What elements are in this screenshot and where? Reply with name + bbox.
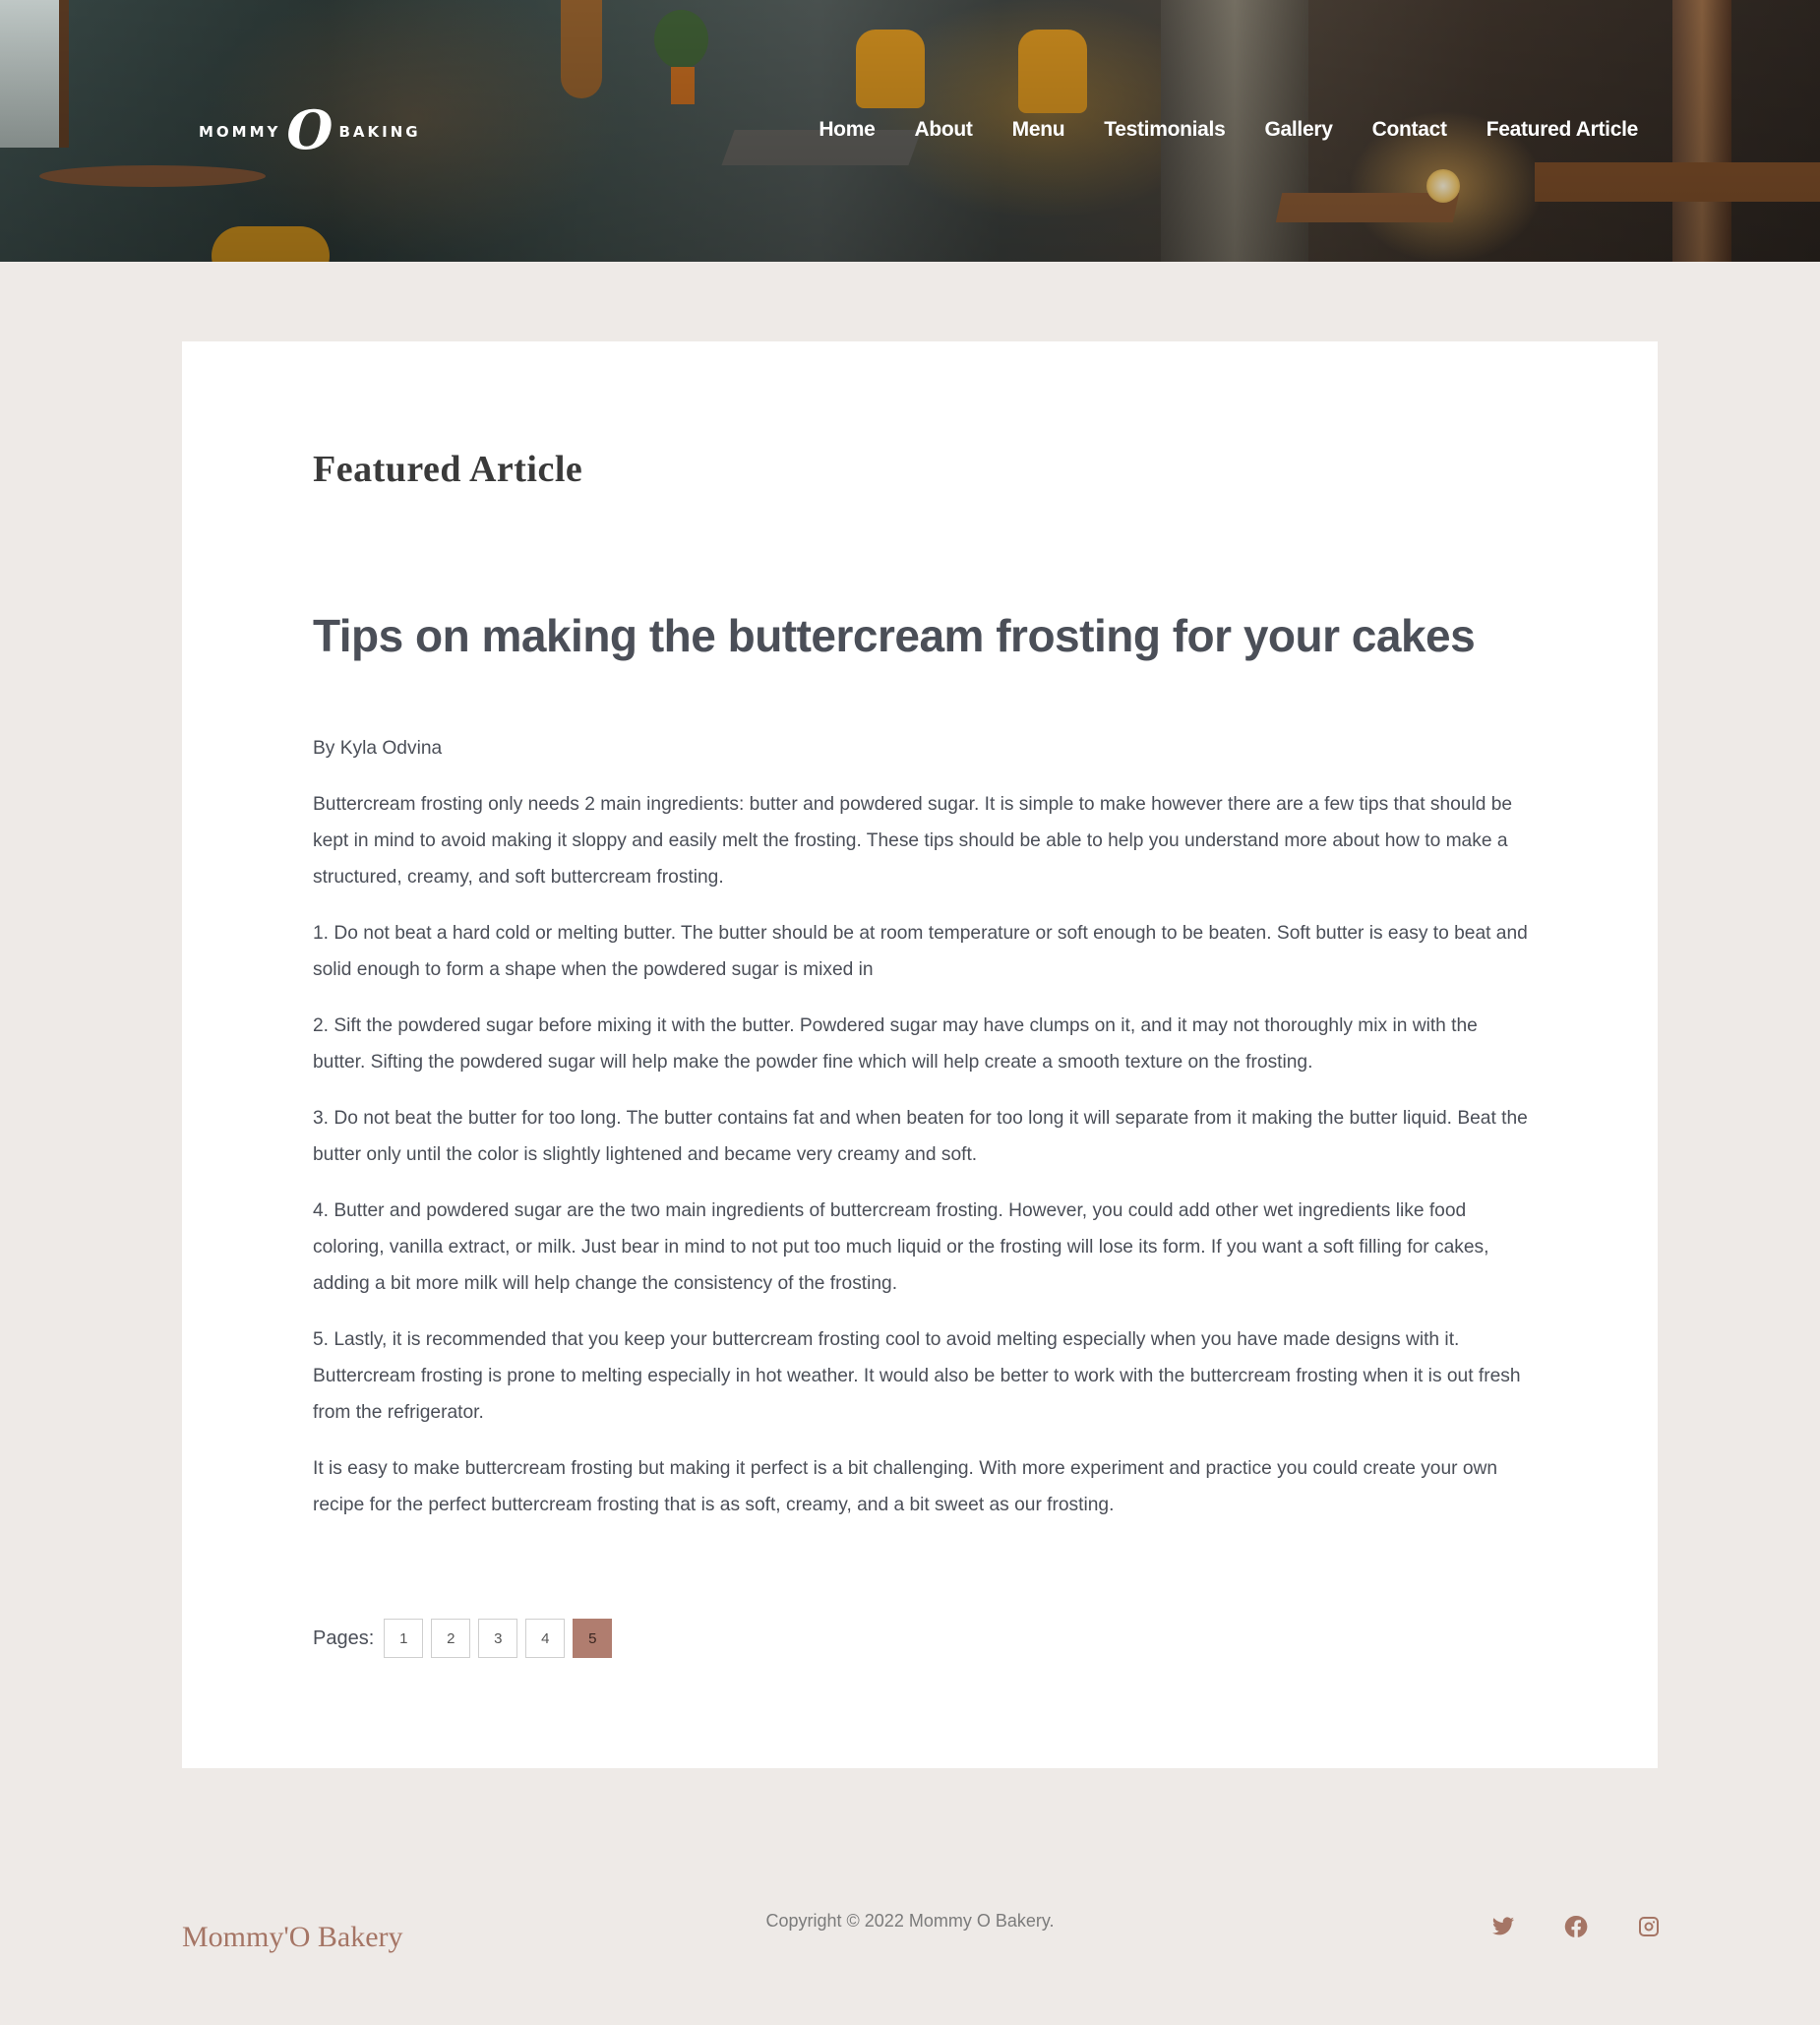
article-paragraph: 4. Butter and powdered sugar are the two… [313,1200,1489,1294]
article-paragraph: 1. Do not beat a hard cold or melting bu… [313,923,1528,980]
logo-text-right: BAKING [338,123,421,141]
content-card: Featured Article Tips on making the butt… [182,341,1658,1768]
logo-text-left: MOMMY [199,123,281,141]
article-paragraph: 3. Do not beat the butter for too long. … [313,1108,1528,1165]
article-body: By Kyla Odvina Buttercream frosting only… [313,730,1533,1543]
article-paragraph: 2. Sift the powdered sugar before mixing… [313,1015,1478,1073]
facebook-icon[interactable] [1563,1914,1589,1939]
article-paragraph: Buttercream frosting only needs 2 main i… [313,794,1513,888]
section-title: Featured Article [313,449,583,490]
pagination-label: Pages: [313,1626,375,1649]
page-link-3[interactable]: 3 [478,1619,518,1658]
nav-gallery[interactable]: Gallery [1264,118,1332,142]
page-link-2[interactable]: 2 [431,1619,471,1658]
nav-testimonials[interactable]: Testimonials [1104,118,1226,142]
social-links [1490,1914,1662,1939]
site-header: MOMMY O BAKING Home About Menu Testimoni… [0,0,1820,262]
article-paragraph: 5. Lastly, it is recommended that you ke… [313,1329,1521,1423]
nav-featured-article[interactable]: Featured Article [1486,118,1639,142]
site-logo[interactable]: MOMMY O BAKING [199,98,421,161]
page-link-1[interactable]: 1 [384,1619,424,1658]
article-title: Tips on making the buttercream frosting … [313,610,1476,661]
article-byline: By Kyla Odvina [313,738,443,759]
nav-about[interactable]: About [914,118,972,142]
nav-home[interactable]: Home [819,118,875,142]
nav-contact[interactable]: Contact [1372,118,1447,142]
logo-mark: O [286,98,334,161]
page-link-4[interactable]: 4 [525,1619,566,1658]
article-paragraph: It is easy to make buttercream frosting … [313,1458,1498,1515]
nav-menu[interactable]: Menu [1012,118,1065,142]
main-navigation: Home About Menu Testimonials Gallery Con… [779,118,1638,142]
footer-brand[interactable]: Mommy'O Bakery [182,1921,403,1954]
twitter-icon[interactable] [1490,1914,1516,1939]
instagram-icon[interactable] [1636,1914,1662,1939]
pagination: Pages: 1 2 3 4 5 [313,1619,620,1658]
page-link-5-current[interactable]: 5 [573,1619,613,1658]
